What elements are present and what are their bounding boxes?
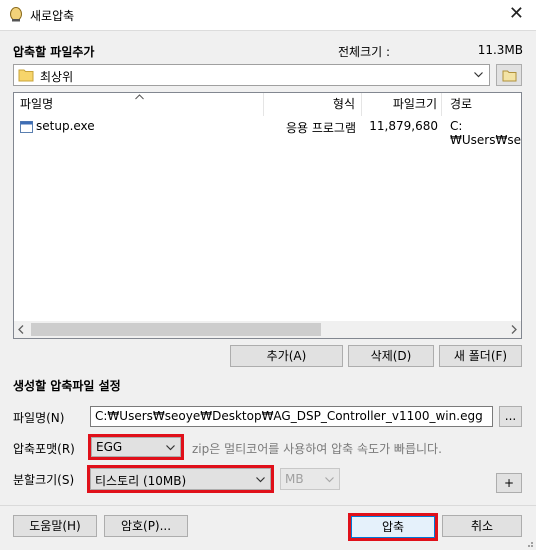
format-label: 압축포맷(R) bbox=[13, 442, 75, 456]
add-files-section-label: 압축할 파일추가 bbox=[13, 45, 95, 59]
title-bar: 새로압축 ✕ bbox=[0, 0, 536, 31]
split-unit-select[interactable]: MB bbox=[280, 468, 340, 490]
password-button[interactable]: 암호(P)... bbox=[104, 515, 188, 537]
help-button[interactable]: 도움말(H) bbox=[13, 515, 97, 537]
exe-file-icon bbox=[20, 121, 33, 133]
column-header-size-label: 파일크기 bbox=[392, 97, 437, 111]
scrollbar-thumb[interactable] bbox=[31, 323, 321, 336]
column-header-path[interactable]: 경로 bbox=[442, 93, 521, 116]
split-size-select-value: 티스토리 (10MB) bbox=[95, 474, 187, 488]
divider bbox=[0, 505, 536, 506]
format-select-value: EGG bbox=[96, 440, 123, 454]
table-row[interactable]: setup.exe 응용 프로그램 11,879,680 C:₩Users₩se… bbox=[14, 117, 521, 147]
expand-options-button[interactable]: + bbox=[496, 473, 522, 493]
close-icon[interactable]: ✕ bbox=[509, 4, 524, 24]
resize-grip-icon[interactable] bbox=[524, 538, 534, 548]
compress-button[interactable]: 압축 bbox=[351, 516, 435, 538]
split-unit-select-value: MB bbox=[285, 472, 304, 486]
browse-button[interactable]: ... bbox=[499, 406, 522, 427]
split-size-label: 분할크기(S) bbox=[13, 473, 75, 487]
output-settings-label: 생성할 압축파일 설정 bbox=[13, 379, 121, 393]
column-header-size[interactable]: 파일크기 bbox=[362, 93, 442, 116]
column-header-type[interactable]: 형식 bbox=[264, 93, 362, 116]
add-button[interactable]: 추가(A) bbox=[230, 345, 343, 367]
file-list[interactable]: 파일명 형식 파일크기 경로 setup.exe 응용 프로그램 11,879,… bbox=[13, 92, 522, 339]
column-header-type-label: 형식 bbox=[332, 97, 355, 111]
new-folder-button[interactable]: 새 폴더(F) bbox=[439, 345, 522, 367]
open-folder-icon bbox=[502, 70, 517, 82]
scroll-left-icon[interactable] bbox=[18, 325, 24, 334]
split-size-select[interactable]: 티스토리 (10MB) bbox=[90, 468, 271, 490]
folder-combo-value: 최상위 bbox=[40, 70, 74, 84]
chevron-down-icon bbox=[474, 72, 483, 78]
chevron-down-icon bbox=[256, 477, 265, 483]
chevron-down-icon bbox=[166, 445, 175, 451]
filename-input[interactable]: C:₩Users₩seoye₩Desktop₩AG_DSP_Controller… bbox=[90, 406, 493, 427]
row-file-name: setup.exe bbox=[36, 119, 95, 133]
scroll-right-icon[interactable] bbox=[511, 325, 517, 334]
column-header-name-label: 파일명 bbox=[20, 97, 54, 111]
bandizip-egg-icon bbox=[10, 7, 22, 22]
total-size-value: 11.3MB bbox=[477, 43, 523, 57]
folder-combo[interactable]: 최상위 bbox=[13, 64, 490, 86]
total-size-label: 전체크기 : bbox=[338, 45, 391, 59]
cancel-button[interactable]: 취소 bbox=[442, 515, 522, 537]
column-header-path-label: 경로 bbox=[450, 97, 473, 111]
folder-icon bbox=[18, 69, 34, 82]
row-file-path: C:₩Users₩seo bbox=[450, 119, 522, 147]
folder-up-button[interactable] bbox=[496, 64, 522, 86]
chevron-down-icon bbox=[325, 477, 334, 483]
filename-label: 파일명(N) bbox=[13, 411, 65, 425]
sort-ascending-icon bbox=[135, 94, 144, 100]
format-select[interactable]: EGG bbox=[91, 437, 181, 457]
window-title: 새로압축 bbox=[30, 9, 75, 23]
horizontal-scrollbar[interactable] bbox=[14, 321, 521, 338]
delete-button[interactable]: 삭제(D) bbox=[348, 345, 434, 367]
row-file-type: 응용 프로그램 bbox=[285, 121, 356, 135]
format-hint: zip은 멀티코어를 사용하여 압축 속도가 빠릅니다. bbox=[192, 442, 442, 456]
row-file-size: 11,879,680 bbox=[369, 119, 438, 133]
